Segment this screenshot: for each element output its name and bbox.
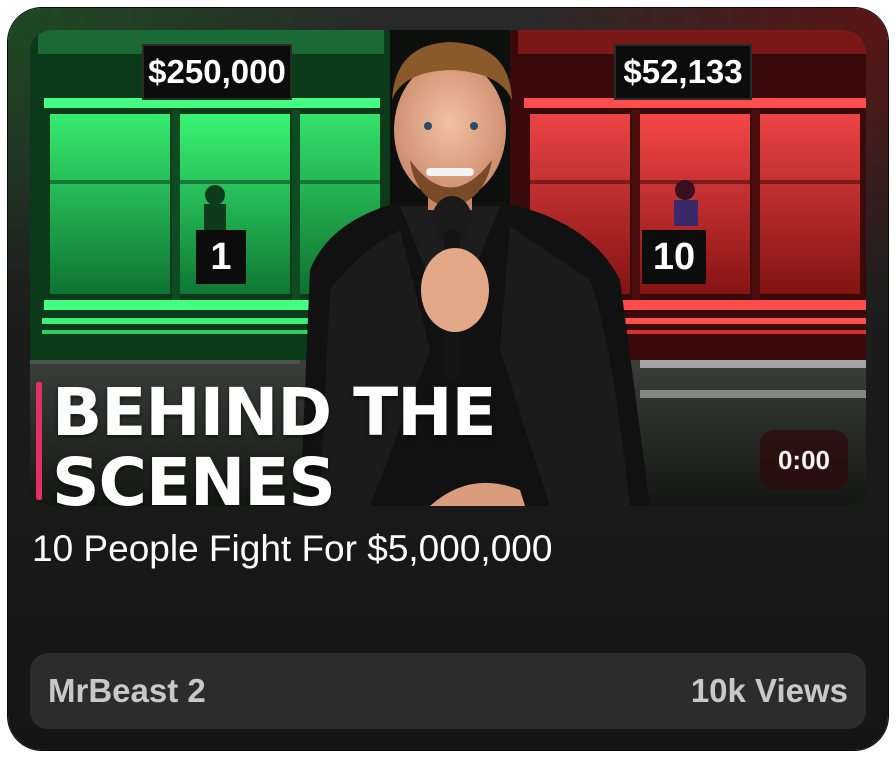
view-count: 10k Views (690, 672, 848, 709)
left-booth-prize-sign: $250,000 (142, 44, 292, 100)
right-booth-prize-sign: $52,133 (614, 44, 752, 100)
video-title[interactable]: 10 People Fight For $5,000,000 (32, 526, 862, 572)
video-card[interactable]: $250,000 $52,133 1 10 BEHIND THE SCENES … (8, 8, 888, 750)
channel-name[interactable]: MrBeast 2 (48, 653, 206, 729)
left-booth-number-sign: 1 (196, 230, 246, 284)
right-booth-number-sign: 10 (642, 230, 706, 284)
video-meta-bar: MrBeast 2 10k Views (30, 653, 866, 729)
video-thumbnail[interactable]: $250,000 $52,133 1 10 BEHIND THE SCENES … (30, 30, 866, 506)
overlay-accent-bar (36, 382, 42, 500)
overlay-text-line1: BEHIND THE (52, 374, 497, 451)
duration-badge: 0:00 (759, 430, 848, 490)
overlay-text-line2: SCENES (52, 444, 336, 507)
